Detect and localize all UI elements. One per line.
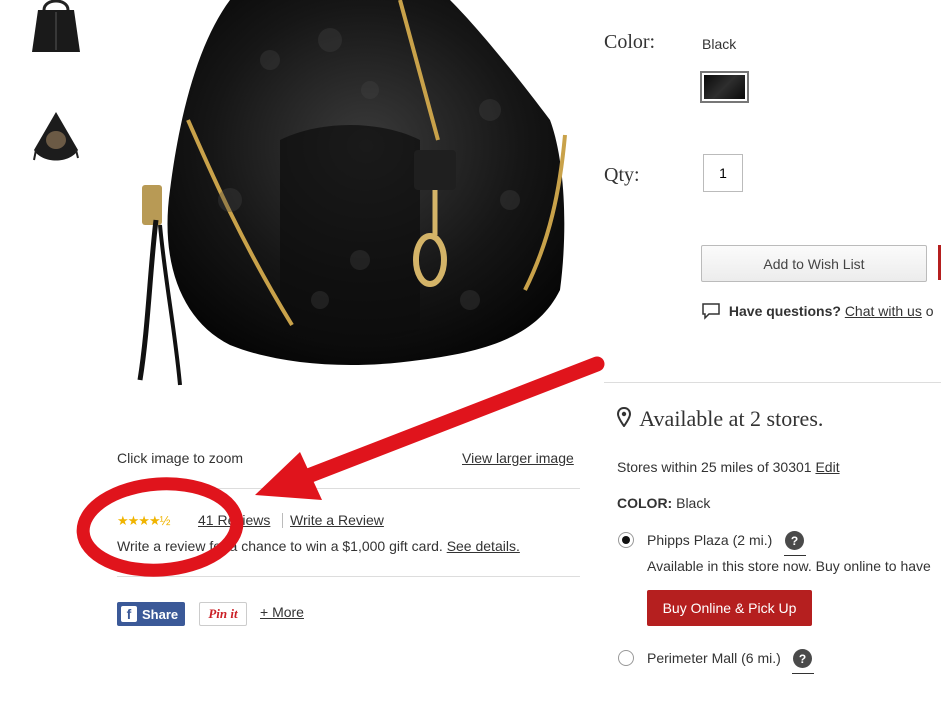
separator — [282, 513, 283, 528]
color-swatch-black[interactable] — [700, 71, 749, 103]
chat-link[interactable]: Chat with us — [845, 303, 922, 319]
review-count: 41 — [198, 512, 214, 528]
store-radio-phipps[interactable] — [618, 532, 634, 548]
edit-zip-link[interactable]: Edit — [815, 459, 839, 475]
thumbnail-bag-open[interactable] — [20, 104, 92, 170]
review-count-link[interactable]: 41 Reviews — [198, 512, 270, 528]
swatch-fill — [704, 75, 745, 99]
reviews-word: Reviews — [217, 512, 271, 528]
add-to-wishlist-button[interactable]: Add to Wish List — [701, 245, 927, 282]
view-larger-image-link[interactable]: View larger image — [462, 450, 574, 466]
help-icon[interactable]: ? — [785, 531, 804, 550]
qty-input[interactable] — [703, 154, 743, 192]
facebook-share-label: Share — [142, 606, 179, 622]
see-details-link[interactable]: See details. — [447, 538, 520, 554]
questions-row: Have questions? Chat with us o — [701, 302, 934, 320]
store-name-phipps: Phipps Plaza (2 mi.) — [647, 532, 773, 548]
availability-color: COLOR: Black — [617, 495, 710, 511]
help-icon[interactable]: ? — [793, 649, 812, 668]
within-text: Stores within 25 miles of 30301 — [617, 459, 812, 475]
thumbnail-bag-front[interactable] — [20, 0, 92, 66]
help-underline — [792, 673, 814, 674]
store-note-phipps: Available in this store now. Buy online … — [647, 558, 931, 574]
availability-color-label: COLOR: — [617, 495, 673, 511]
location-pin-icon — [616, 406, 632, 428]
store-radio-perimeter[interactable] — [618, 650, 634, 666]
divider — [117, 488, 580, 489]
chat-bubble-icon — [702, 303, 720, 320]
pinterest-label: Pin it — [208, 606, 238, 621]
availability-title: Available at 2 stores. — [639, 406, 824, 431]
availability-heading: Available at 2 stores. — [616, 406, 824, 432]
write-review-link[interactable]: Write a Review — [290, 512, 384, 528]
divider — [604, 382, 941, 383]
zoom-hint: Click image to zoom — [117, 450, 244, 466]
help-underline — [784, 555, 806, 556]
more-share-link[interactable]: + More — [260, 604, 304, 620]
review-promo: Write a review for a chance to win a $1,… — [117, 538, 520, 554]
store-name-perimeter: Perimeter Mall (6 mi.) — [647, 650, 781, 666]
color-label: Color: — [604, 31, 656, 53]
divider — [117, 576, 580, 577]
star-rating: ★★★★½ — [117, 513, 170, 528]
product-main-image[interactable] — [120, 0, 580, 395]
color-value: Black — [702, 36, 737, 52]
store-radius-text: Stores within 25 miles of 30301 Edit — [617, 459, 840, 475]
questions-label: Have questions? — [728, 303, 841, 319]
buy-online-pick-up-button[interactable]: Buy Online & Pick Up — [647, 590, 812, 626]
chat-trailing-text: o — [925, 303, 934, 319]
qty-label: Qty: — [604, 164, 640, 186]
pinterest-pin-button[interactable]: Pin it — [199, 602, 247, 626]
promo-text: Write a review for a chance to win a $1,… — [117, 538, 443, 554]
availability-color-value: Black — [676, 495, 711, 511]
facebook-share-button[interactable]: f Share — [117, 602, 185, 626]
annotation-arrow-head — [255, 452, 322, 500]
facebook-icon: f — [121, 606, 137, 622]
